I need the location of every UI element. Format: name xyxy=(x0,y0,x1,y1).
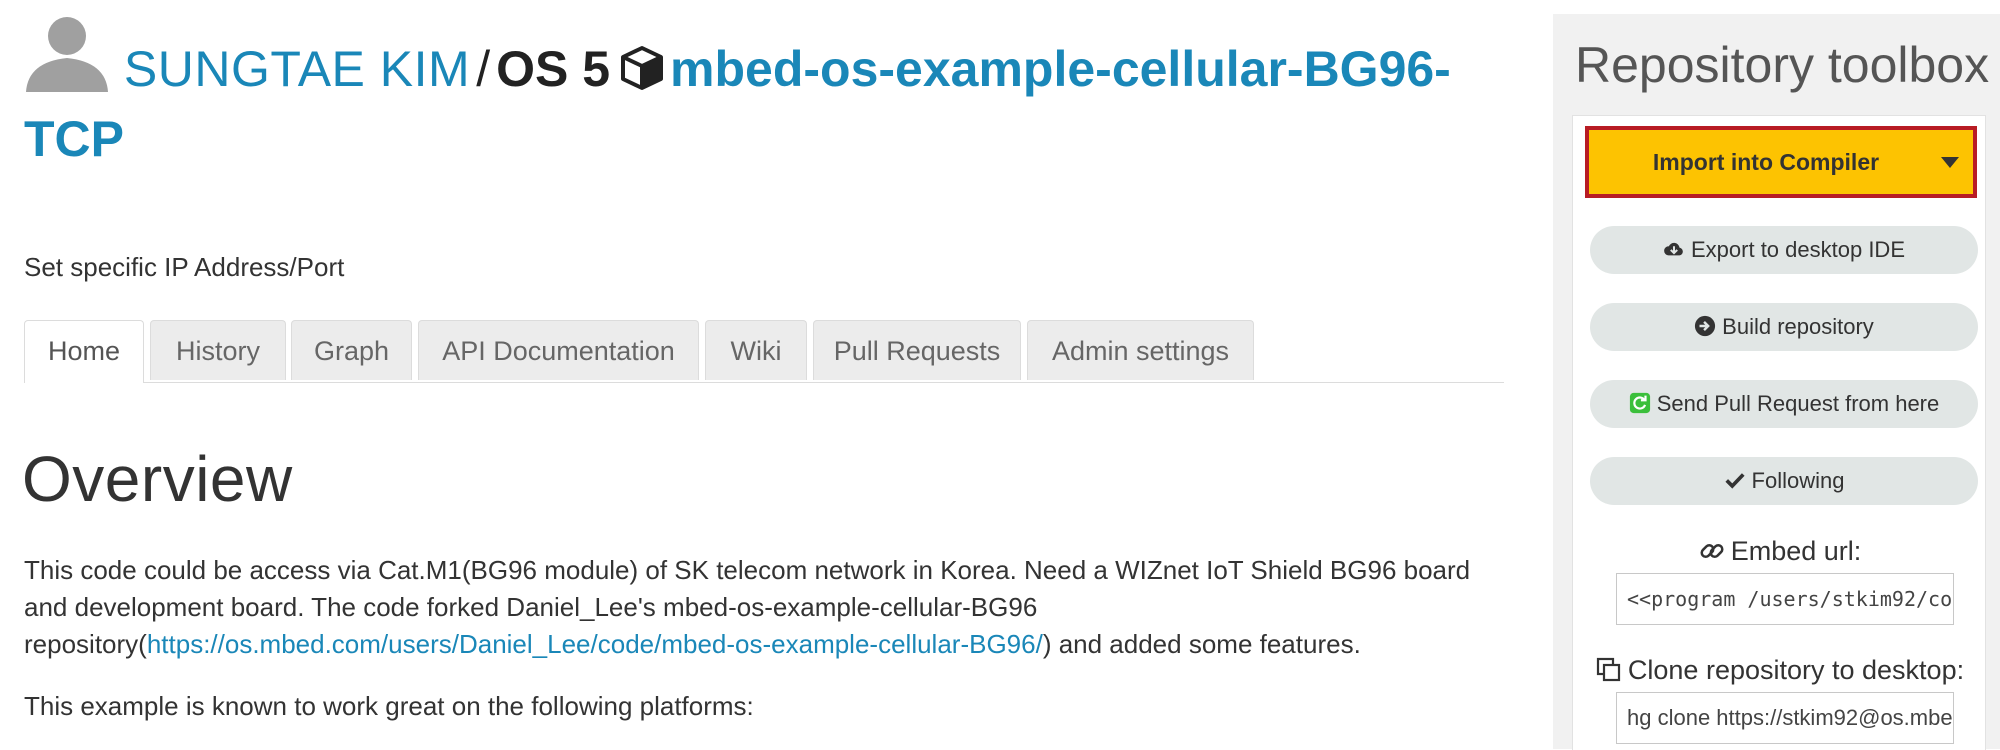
circle-arrow-right-icon xyxy=(1695,315,1716,337)
tab-pull-requests[interactable]: Pull Requests xyxy=(813,320,1021,380)
cloud-download-icon xyxy=(1664,242,1683,256)
page-title: SUNGTAE KIM / OS 5 mbed-os-example-cellula… xyxy=(24,12,1504,174)
check-icon xyxy=(1724,473,1745,489)
platform-badge: OS 5 xyxy=(496,41,611,97)
user-link[interactable]: SUNGTAE KIM xyxy=(124,41,470,97)
pull-request-label: Send Pull Request from here xyxy=(1656,391,1940,416)
breadcrumb-separator: / xyxy=(476,41,491,97)
link-icon xyxy=(1700,543,1724,559)
clone-url-field[interactable]: hg clone https://stkim92@os.mbed.com/use… xyxy=(1616,692,1954,744)
tab-history[interactable]: History xyxy=(150,320,286,380)
overview-heading: Overview xyxy=(22,443,293,515)
tab-home[interactable]: Home xyxy=(24,320,144,383)
tab-graph[interactable]: Graph xyxy=(291,320,412,380)
build-repository-button[interactable]: Build repository xyxy=(1590,303,1978,351)
clone-repository-label: Clone repository to desktop: xyxy=(1580,655,1980,686)
platforms-paragraph: This example is known to work great on t… xyxy=(24,691,754,721)
import-into-compiler-button[interactable]: Import into Compiler xyxy=(1585,126,1977,198)
clone-label-text: Clone repository to desktop: xyxy=(1627,655,1965,685)
embed-url-label: Embed url: xyxy=(1580,536,1980,567)
following-button[interactable]: Following xyxy=(1590,457,1978,505)
user-avatar-icon xyxy=(26,17,108,92)
tab-wiki[interactable]: Wiki xyxy=(705,320,807,380)
overview-paragraph: This code could be access via Cat.M1(BG9… xyxy=(24,552,1504,663)
import-button-label: Import into Compiler xyxy=(1652,149,1880,175)
copy-icon xyxy=(1596,657,1621,682)
refresh-icon xyxy=(1629,392,1650,414)
build-label: Build repository xyxy=(1722,314,1874,339)
toolbox-title: Repository toolbox xyxy=(1575,37,1990,93)
tab-admin-settings[interactable]: Admin settings xyxy=(1027,320,1254,380)
chevron-down-icon[interactable] xyxy=(1941,157,1959,168)
tab-api-documentation[interactable]: API Documentation xyxy=(418,320,699,380)
export-label: Export to desktop IDE xyxy=(1691,237,1905,262)
repo-tabs: Home History Graph API Documentation Wik… xyxy=(24,318,1504,383)
overview-text-end: ) and added some features. xyxy=(1042,629,1361,659)
forked-repo-link[interactable]: https://os.mbed.com/users/Daniel_Lee/cod… xyxy=(147,629,1043,659)
export-to-desktop-ide-button[interactable]: Export to desktop IDE xyxy=(1590,226,1978,274)
following-label: Following xyxy=(1751,468,1845,493)
cube-icon xyxy=(621,46,664,90)
repo-description: Set specific IP Address/Port xyxy=(24,252,345,282)
embed-label-text: Embed url: xyxy=(1730,536,1862,566)
send-pull-request-button[interactable]: Send Pull Request from here xyxy=(1590,380,1978,428)
embed-url-field[interactable]: <<program /users/stkim92/code/mbed-os-ex… xyxy=(1616,573,1954,625)
